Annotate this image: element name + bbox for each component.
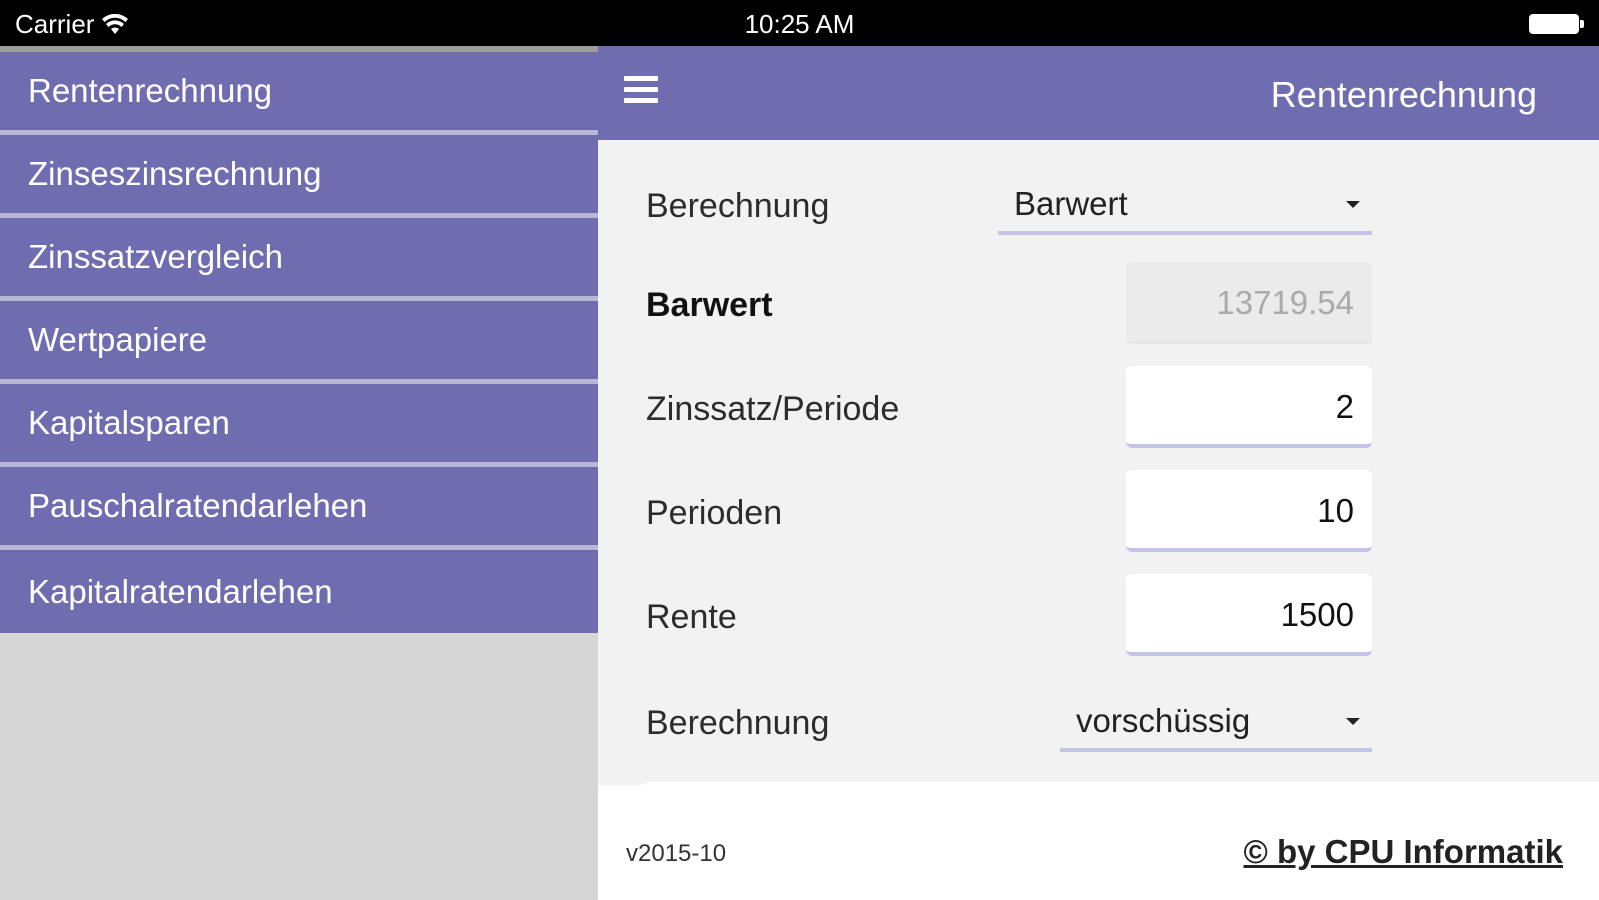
- footer: v2015-10 © by CPU Informatik: [598, 785, 1599, 900]
- sidebar-item-wertpapiere[interactable]: Wertpapiere: [0, 301, 598, 384]
- sidebar-item-label: Zinseszinsrechnung: [28, 155, 322, 192]
- calc-type-select[interactable]: Barwert: [998, 175, 1372, 235]
- perioden-row: Perioden 10: [598, 470, 1599, 560]
- sidebar-item-label: Zinssatzvergleich: [28, 238, 283, 275]
- sidebar: Rentenrechnung Zinseszinsrechnung Zinssa…: [0, 46, 598, 900]
- sidebar-item-label: Kapitalratendarlehen: [28, 572, 333, 610]
- main-content: Berechnung Barwert Barwert 13719.54 Zins…: [598, 140, 1599, 900]
- status-time: 10:25 AM: [744, 9, 855, 39]
- zinssatz-label: Zinssatz/Periode: [646, 390, 900, 428]
- calc-type-row: Berechnung Barwert: [598, 165, 1599, 255]
- sidebar-item-kapitalratendarlehen[interactable]: Kapitalratendarlehen: [0, 550, 598, 633]
- rente-row: Rente 1500: [598, 574, 1599, 664]
- calc-type-label: Berechnung: [646, 187, 830, 225]
- sidebar-item-zinseszinsrechnung[interactable]: Zinseszinsrechnung: [0, 135, 598, 218]
- chevron-down-icon: [1346, 201, 1360, 208]
- battery-icon: [1529, 14, 1584, 34]
- barwert-row: Barwert 13719.54: [598, 262, 1599, 352]
- sidebar-item-kapitalsparen[interactable]: Kapitalsparen: [0, 384, 598, 467]
- hamburger-menu-icon[interactable]: [624, 76, 660, 108]
- zinssatz-row: Zinssatz/Periode 2: [598, 366, 1599, 456]
- sidebar-item-label: Rentenrechnung: [28, 72, 273, 109]
- sidebar-item-pauschalratendarlehen[interactable]: Pauschalratendarlehen: [0, 467, 598, 550]
- timing-value: vorschüssig: [1076, 702, 1251, 739]
- sidebar-item-label: Pauschalratendarlehen: [28, 487, 368, 524]
- status-bar: Carrier 10:25 AM: [0, 0, 1599, 46]
- version-label: v2015-10: [626, 840, 727, 867]
- timing-label: Berechnung: [646, 704, 830, 742]
- sidebar-item-label: Kapitalsparen: [28, 404, 230, 441]
- perioden-label: Perioden: [646, 494, 783, 532]
- sidebar-item-rentenrechnung[interactable]: Rentenrechnung: [0, 52, 598, 135]
- calc-type-value: Barwert: [1014, 185, 1128, 222]
- timing-select[interactable]: vorschüssig: [1060, 692, 1372, 752]
- chevron-down-icon: [1346, 718, 1360, 725]
- perioden-input[interactable]: 10: [1126, 470, 1372, 552]
- barwert-output: 13719.54: [1126, 262, 1372, 344]
- zinssatz-input[interactable]: 2: [1126, 366, 1372, 448]
- sidebar-item-zinssatzvergleich[interactable]: Zinssatzvergleich: [0, 218, 598, 301]
- rente-input[interactable]: 1500: [1126, 574, 1372, 656]
- rente-label: Rente: [646, 598, 737, 636]
- timing-row: Berechnung vorschüssig: [598, 682, 1599, 772]
- copyright-link[interactable]: © by CPU Informatik: [1243, 833, 1563, 871]
- barwert-label: Barwert: [646, 286, 773, 324]
- app-header: Rentenrechnung: [598, 46, 1599, 140]
- page-title: Rentenrechnung: [1270, 74, 1537, 115]
- sidebar-item-label: Wertpapiere: [28, 321, 208, 358]
